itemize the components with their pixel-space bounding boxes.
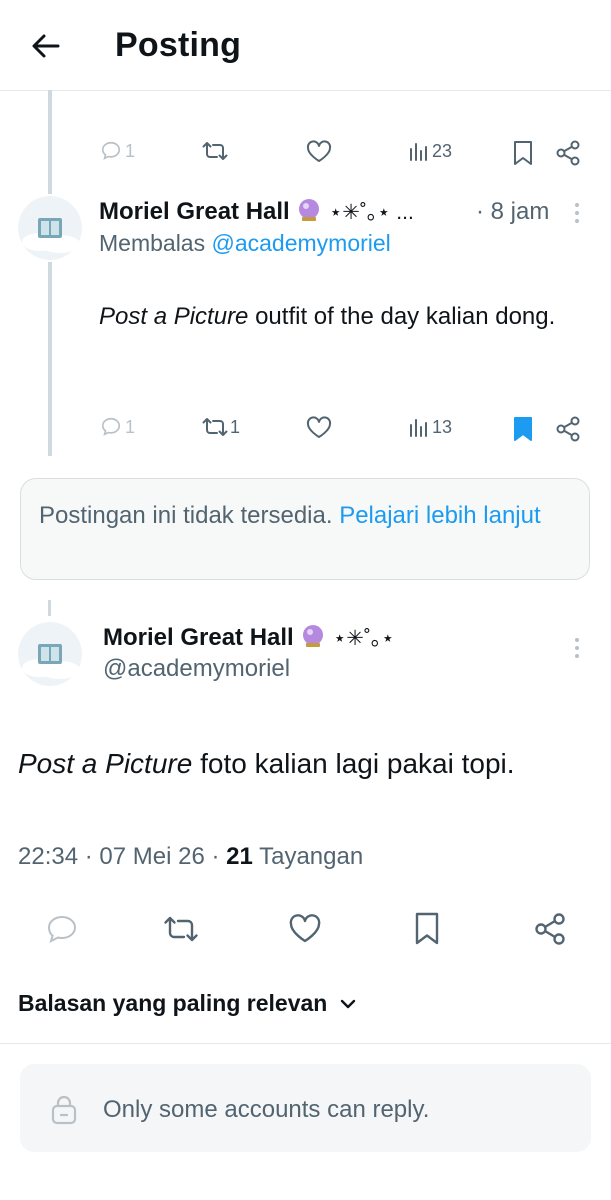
retweet-action[interactable]: 1 [202, 416, 240, 438]
views-count: 13 [432, 416, 453, 437]
bar-chart-icon [410, 143, 427, 161]
notice-text: Postingan ini tidak tersedia. Pelajari l… [39, 502, 541, 529]
share-action[interactable] [555, 140, 581, 166]
crystal-ball-icon [296, 197, 322, 230]
replies-sort-dropdown[interactable]: Balasan yang paling relevan [18, 990, 357, 1017]
heart-icon[interactable] [288, 914, 322, 949]
back-arrow-icon[interactable] [28, 28, 64, 64]
post-time[interactable]: 22:34 [18, 843, 78, 870]
chevron-down-icon [339, 990, 357, 1017]
author-decor: ⋆✳︎˚｡⋆ [333, 627, 395, 650]
avatar[interactable] [18, 622, 82, 686]
like-action[interactable] [306, 416, 332, 440]
heart-icon [306, 416, 332, 438]
share-icon[interactable] [533, 912, 567, 951]
views-action[interactable]: 23 [408, 140, 452, 162]
unavailable-notice: Postingan ini tidak tersedia. Pelajari l… [20, 478, 590, 580]
main-post-actions [0, 908, 611, 954]
author-decor: ⋆✳︎˚｡⋆ ... [329, 201, 414, 224]
retweet-action[interactable] [202, 140, 228, 162]
crystal-ball-icon [300, 623, 326, 656]
post-body: Post a Picture outfit of the day kalian … [99, 303, 556, 330]
replies-sort-label: Balasan yang paling relevan [18, 990, 328, 1016]
reply-restriction-box: Only some accounts can reply. [20, 1064, 591, 1152]
like-action[interactable] [306, 140, 332, 164]
previous-reply-actions: 1 23 [0, 130, 611, 178]
post-date[interactable]: 07 Mei 26 [99, 843, 204, 870]
lock-icon [50, 1094, 78, 1131]
retweet-icon [202, 418, 228, 436]
reply-actions: 1 1 13 [0, 406, 611, 454]
main-post-body: Post a Picture foto kalian lagi pakai to… [18, 748, 515, 779]
more-options-icon[interactable] [575, 199, 579, 227]
page-title: Posting [115, 26, 242, 64]
top-bar: Posting [0, 0, 611, 91]
views-label: Tayangan [259, 843, 364, 870]
author-name[interactable]: Moriel Great Hall ⋆✳︎˚｡⋆ [103, 622, 394, 656]
divider [0, 1043, 611, 1044]
reply-icon [101, 141, 121, 160]
author-handle[interactable]: @academymoriel [103, 655, 290, 683]
reply-icon[interactable] [46, 914, 78, 949]
reply-action[interactable]: 1 [100, 140, 135, 162]
views-action[interactable]: 13 [408, 416, 452, 438]
views-count: 23 [432, 140, 453, 161]
heart-icon [306, 140, 332, 162]
replying-to: Membalas @academymoriel [99, 230, 391, 256]
bookmark-action[interactable] [512, 140, 534, 166]
bookmark-action[interactable] [512, 416, 534, 442]
thread-line [48, 600, 51, 616]
reply-icon [101, 417, 121, 436]
views-count: 21 [226, 843, 253, 870]
post-time: · 8 jam [476, 198, 550, 225]
bookmark-filled-icon [514, 417, 532, 441]
share-icon [556, 140, 580, 166]
learn-more-link[interactable]: Pelajari lebih lanjut [339, 502, 540, 529]
retweet-icon[interactable] [163, 914, 199, 949]
share-icon [556, 416, 580, 442]
retweet-icon [202, 142, 228, 160]
reply-count: 1 [125, 416, 136, 437]
reply-action[interactable]: 1 [100, 416, 135, 438]
more-options-icon[interactable] [575, 634, 579, 662]
replying-to-handle[interactable]: @academymoriel [212, 230, 391, 256]
reply-count: 1 [125, 140, 136, 161]
bookmark-icon [514, 141, 532, 165]
avatar[interactable] [18, 196, 82, 260]
bar-chart-icon [410, 419, 427, 437]
reply-restriction-text: Only some accounts can reply. [103, 1096, 430, 1123]
share-action[interactable] [555, 416, 581, 442]
bookmark-icon[interactable] [413, 912, 441, 951]
post-meta: 22:34 · 07 Mei 26 · 21 Tayangan [18, 843, 364, 870]
author-name[interactable]: Moriel Great Hall ⋆✳︎˚｡⋆ ... [99, 196, 414, 230]
retweet-count: 1 [230, 416, 241, 437]
